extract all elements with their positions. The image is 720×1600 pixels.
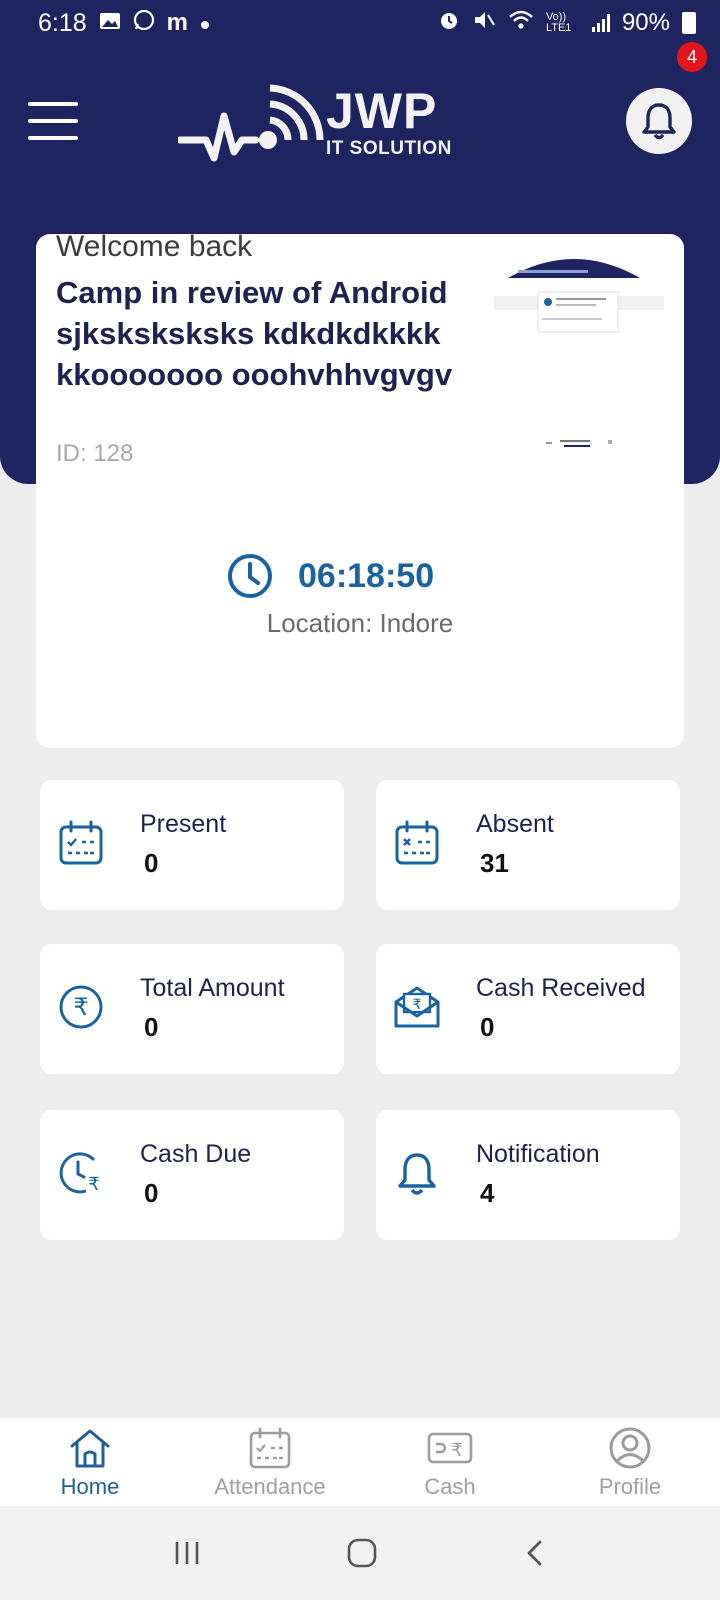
nav-profile[interactable]: Profile [540, 1418, 720, 1506]
stat-label: Absent [476, 810, 554, 838]
logo-signal-icon [176, 84, 324, 162]
stat-label: Cash Due [140, 1140, 252, 1168]
dot-icon [200, 9, 210, 37]
calendar-check-icon [59, 820, 103, 865]
hamburger-menu-icon[interactable] [28, 102, 78, 140]
alarm-icon [438, 9, 460, 38]
whatsapp-icon [133, 9, 155, 38]
system-navigation-bar [0, 1506, 720, 1600]
stat-tile-present[interactable]: Present 0 [40, 780, 344, 910]
timer-value: 06:18:50 [298, 556, 435, 595]
notification-badge: 4 [675, 40, 709, 74]
stat-label: Notification [476, 1140, 600, 1168]
stat-tile-total-amount[interactable]: ₹ Total Amount 0 [40, 944, 344, 1074]
stat-value: 4 [480, 1178, 495, 1208]
bell-icon [642, 103, 676, 140]
welcome-greeting: Welcome back [56, 234, 253, 263]
svg-text:₹: ₹ [413, 997, 422, 1013]
nav-profile-label: Profile [598, 1474, 662, 1499]
bell-icon [398, 1153, 436, 1195]
recent-apps-icon[interactable] [172, 1538, 202, 1568]
logo-title: JWP [326, 83, 438, 139]
signal-icon [591, 14, 610, 32]
nav-cash[interactable]: ₹ Cash [360, 1418, 540, 1506]
nav-home-label: Home [60, 1474, 120, 1499]
stat-value: 0 [144, 848, 159, 878]
timer-row: 06:18:50 [226, 552, 434, 600]
rupee-circle-icon: ₹ [59, 985, 103, 1029]
stat-label: Cash Received [476, 974, 646, 1002]
stat-tile-cash-due[interactable]: ₹ Cash Due 0 [40, 1110, 344, 1240]
mute-icon [472, 9, 496, 38]
volte-icon: Vo)) LTE1 [545, 11, 572, 34]
stat-value: 0 [144, 1012, 159, 1042]
camp-id: ID: 128 [56, 440, 134, 467]
svg-text:₹: ₹ [88, 1174, 99, 1195]
cash-icon: ₹ [427, 1432, 473, 1464]
nav-cash-label: Cash [424, 1474, 476, 1499]
notification-button[interactable] [626, 88, 692, 154]
stat-label: Present [140, 810, 227, 838]
battery-icon [682, 12, 696, 34]
stat-value: 31 [480, 848, 509, 878]
calendar-x-icon [395, 820, 439, 865]
stat-value: 0 [144, 1178, 159, 1208]
nav-attendance[interactable]: Attendance [180, 1418, 360, 1506]
nav-home[interactable]: Home [0, 1418, 180, 1506]
rupee-envelope-icon: ₹ [394, 986, 440, 1028]
nav-attendance-label: Attendance [214, 1474, 326, 1499]
bottom-navigation: Home Attendance ₹ Cash Profile [0, 1418, 720, 1506]
wifi-icon [508, 9, 534, 38]
profile-icon [609, 1427, 651, 1469]
home-system-icon[interactable] [345, 1536, 379, 1570]
svg-text:₹: ₹ [451, 1440, 462, 1461]
stat-tile-notification[interactable]: Notification 4 [376, 1110, 680, 1240]
home-icon [70, 1429, 110, 1468]
stat-tile-absent[interactable]: Absent 31 [376, 780, 680, 910]
location-text: Location: Indore [266, 608, 454, 638]
stat-value: 0 [480, 1012, 495, 1042]
welcome-card: Welcome back Camp in review of Android s… [36, 234, 684, 748]
calendar-icon [249, 1427, 291, 1469]
camp-title: Camp in review of Android sjksksksksks k… [56, 275, 453, 392]
stat-tile-cash-received[interactable]: ₹ Cash Received 0 [376, 944, 680, 1074]
status-time: 6:18 [38, 8, 87, 37]
gallery-icon [99, 9, 121, 37]
clock-rupee-icon: ₹ [59, 1152, 100, 1195]
battery-percent: 90% [621, 9, 670, 36]
camp-thumbnail [468, 248, 682, 448]
company-logo: JWP IT SOLUTION [176, 76, 468, 176]
logo-subtitle: IT SOLUTION [326, 138, 452, 159]
clock-icon [228, 554, 272, 598]
m-app-icon: m [166, 9, 189, 36]
back-icon[interactable] [522, 1538, 548, 1568]
status-bar: 6:18 m Vo)) LTE1 90% [0, 0, 720, 46]
stat-label: Total Amount [140, 974, 285, 1002]
svg-text:₹: ₹ [73, 993, 88, 1021]
